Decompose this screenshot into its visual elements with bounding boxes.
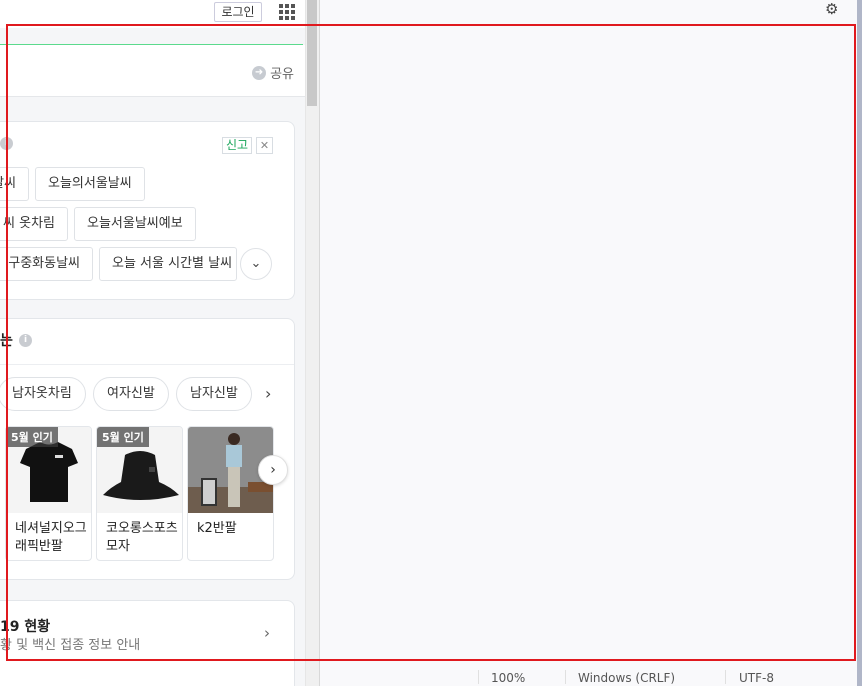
keyword-pill[interactable]: 남자옷차림: [0, 377, 86, 411]
browser-side-panel: 로그인 ➜ 공유 i 신고 ✕ 날씨 오늘의서울날씨 씨 옷차림 오늘서울날씨예…: [0, 0, 306, 686]
popular-badge: 5월 인기: [97, 427, 149, 447]
popular-badge: 5월 인기: [6, 427, 58, 447]
apps-grid-icon[interactable]: [279, 4, 295, 20]
product-name: 코오롱스포츠모자: [106, 521, 178, 554]
gear-icon[interactable]: ⚙: [825, 0, 838, 18]
related-chip[interactable]: 오늘의서울날씨: [35, 167, 145, 201]
window-edge: [857, 0, 862, 686]
next-chevron-right-icon[interactable]: ›: [258, 455, 288, 485]
covid-title: 19 현황: [0, 619, 51, 635]
info-icon[interactable]: i: [0, 137, 13, 150]
panel-divider: [319, 0, 320, 686]
close-icon[interactable]: ✕: [256, 137, 273, 154]
status-separator: [725, 670, 726, 684]
scrollbar-thumb[interactable]: [307, 0, 317, 106]
divider: [0, 364, 294, 365]
related-chip[interactable]: 오늘서울날씨예보: [74, 207, 196, 241]
product-card[interactable]: k2반팔: [187, 426, 274, 561]
share-icon: ➜: [252, 65, 267, 80]
line-ending[interactable]: Windows (CRLF): [578, 671, 675, 685]
share-row: ➜ 공유: [0, 45, 306, 97]
share-button[interactable]: ➜ 공유: [252, 63, 294, 82]
expand-chevron-down-icon[interactable]: ⌄: [240, 248, 272, 280]
covid-subtitle: 황 및 백신 접종 정보 안내: [0, 638, 141, 653]
status-separator: [478, 670, 479, 684]
keyword-pill[interactable]: 남자신발: [176, 377, 252, 411]
related-chip[interactable]: 씨 옷차림: [0, 207, 68, 241]
status-bar: 100% Windows (CRLF) UTF-8: [320, 668, 857, 686]
product-name: k2반팔: [197, 521, 237, 536]
zoom-level[interactable]: 100%: [491, 671, 525, 685]
report-button[interactable]: 신고: [222, 137, 253, 154]
chevron-right-icon[interactable]: ›: [264, 624, 270, 642]
login-button[interactable]: 로그인: [214, 2, 262, 22]
share-label: 공유: [270, 67, 294, 82]
product-name: 네셔널지오그래픽반팔: [15, 521, 87, 554]
keyword-pill[interactable]: 여자신발: [93, 377, 169, 411]
product-card[interactable]: 5월 인기 코오롱스포츠모자: [96, 426, 183, 561]
chevron-right-icon[interactable]: ›: [265, 384, 271, 403]
shopping-title: 는: [0, 333, 13, 349]
product-card[interactable]: 5월 인기 네셔널지오그래픽반팔: [5, 426, 92, 561]
related-chip[interactable]: 날씨: [0, 167, 29, 201]
status-separator: [565, 670, 566, 684]
info-icon[interactable]: i: [19, 334, 32, 347]
top-bar: 로그인: [0, 0, 306, 28]
related-chip[interactable]: 구중화동날씨: [0, 247, 93, 281]
encoding[interactable]: UTF-8: [739, 671, 774, 685]
related-chip[interactable]: 오늘 서울 시간별 날씨: [99, 247, 237, 281]
